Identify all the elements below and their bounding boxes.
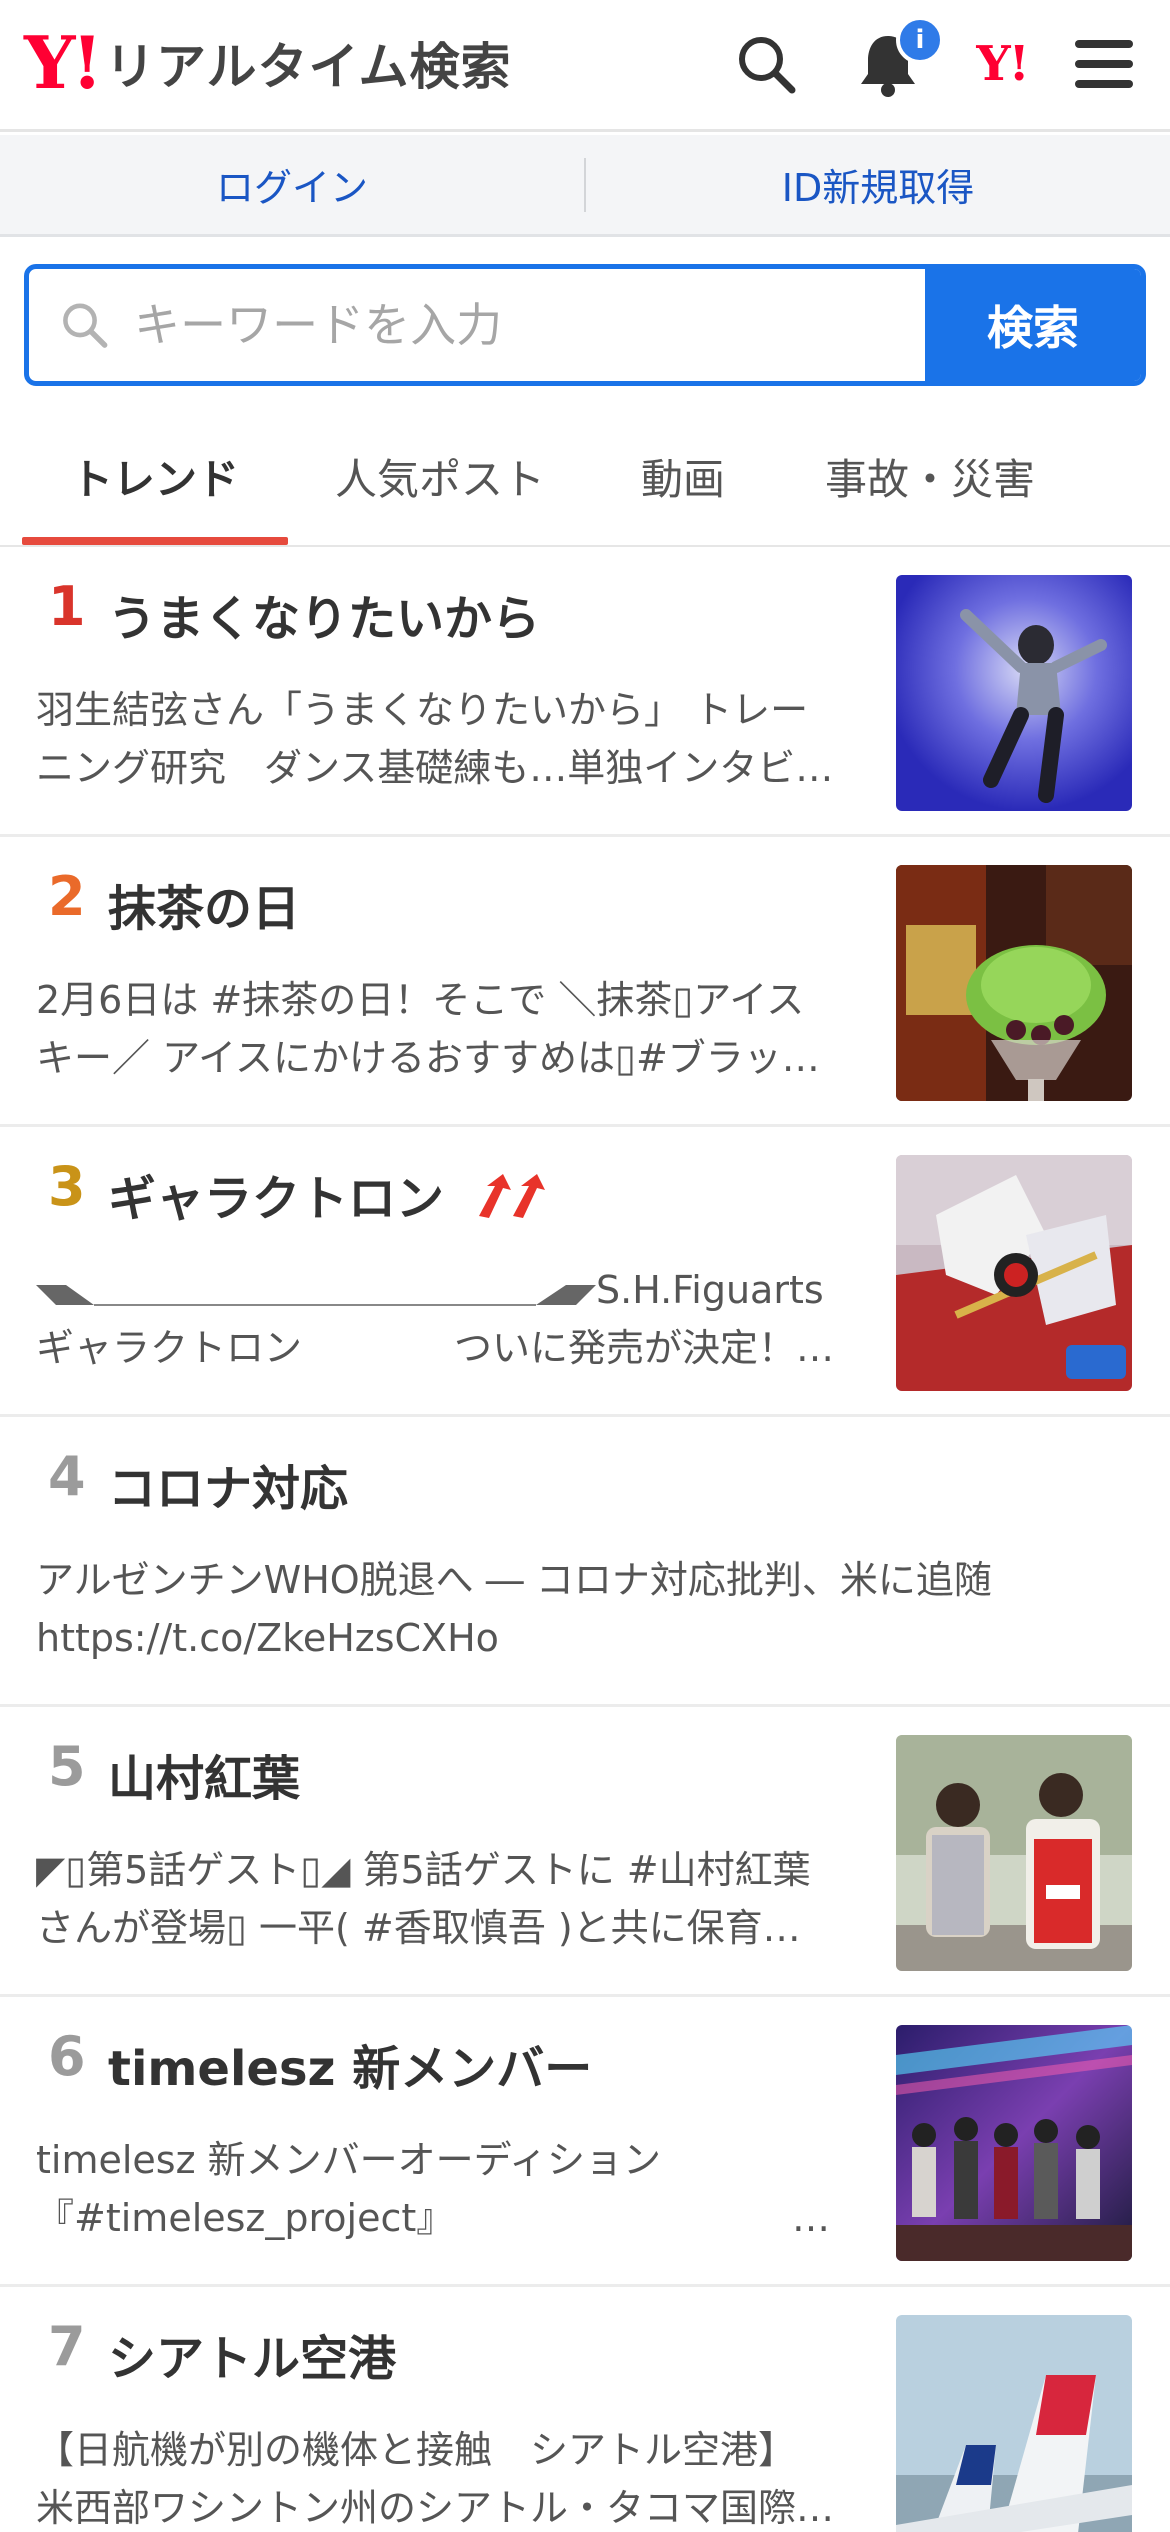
- trend-rank: 3: [48, 1155, 86, 1218]
- search-box: 検索: [24, 264, 1146, 386]
- trend-description: ◤▯第5話ゲスト▯◢ 第5話ゲストに #山村紅葉 さんが登場▯ 一平( #香取慎…: [36, 1841, 846, 1957]
- trend-description: 羽生結弦さん「うまくなりたいから」 トレー ニング研究 ダンス基礎練も…単独イン…: [36, 681, 846, 797]
- yahoo-logo-mark: Y!: [24, 20, 103, 105]
- trend-list: 1 うまくなりたいから 羽生結弦さん「うまくなりたいから」 トレー ニング研究 …: [0, 547, 1170, 2532]
- trend-rank: 6: [48, 2025, 86, 2088]
- trend-rank: 4: [48, 1445, 86, 1508]
- trend-title[interactable]: ギャラクトロン: [108, 1159, 553, 1232]
- trend-desc-line: 2月6日は #抹茶の日！そこで ＼抹茶▯アイス: [36, 978, 805, 1022]
- trend-item[interactable]: 7 シアトル空港 【日航機が別の機体と接触 シアトル空港】 米西部ワシントン州の…: [0, 2287, 1170, 2532]
- search-button[interactable]: 検索: [925, 269, 1141, 381]
- trend-item[interactable]: 5 山村紅葉 ◤▯第5話ゲスト▯◢ 第5話ゲストに #山村紅葉 さんが登場▯ 一…: [0, 1707, 1170, 1997]
- logo-text: リアルタイム検索: [105, 38, 512, 96]
- yahoo-japan-mark: Y!: [976, 36, 1029, 92]
- trend-rank: 5: [48, 1735, 86, 1798]
- trend-thumbnail[interactable]: [896, 2025, 1132, 2261]
- trend-thumbnail[interactable]: [896, 2315, 1132, 2532]
- trend-desc-line: キー／ アイスにかけるおすすめは▯#ブラッ…: [36, 1036, 820, 1080]
- trend-title[interactable]: 抹茶の日: [108, 869, 300, 939]
- yahoo-japan-icon[interactable]: Y!: [962, 24, 1042, 104]
- trend-rank: 2: [48, 865, 86, 928]
- trend-title[interactable]: コロナ対応: [108, 1449, 348, 1519]
- trend-thumbnail[interactable]: [896, 1735, 1132, 1971]
- trend-desc-line: ギャラクトロン ついに発売が決定！…: [36, 1326, 835, 1370]
- tab-accident-disaster[interactable]: 事故・災害: [790, 405, 1070, 547]
- trend-description: 2月6日は #抹茶の日！そこで ＼抹茶▯アイス キー／ アイスにかけるおすすめは…: [36, 971, 846, 1087]
- notification-badge: i: [896, 16, 944, 64]
- trend-title[interactable]: うまくなりたいから: [108, 579, 540, 649]
- trend-title[interactable]: timelesz 新メンバー: [108, 2029, 592, 2099]
- trend-desc-line: 米西部ワシントン州のシアトル・タコマ国際…: [36, 2486, 835, 2530]
- trend-desc-line: 羽生結弦さん「うまくなりたいから」 トレー: [36, 688, 809, 732]
- trend-desc-line: 『#timelesz_project』 …: [36, 2189, 846, 2247]
- trend-desc-text: 『#timelesz_project』: [36, 2196, 455, 2240]
- search-input[interactable]: [134, 298, 925, 352]
- trend-title-text: ギャラクトロン: [108, 1171, 445, 1227]
- trend-desc-line: さんが登場▯ 一平( #香取慎吾 )と共に保育…: [36, 1906, 801, 1950]
- trend-desc-line: ◤▯第5話ゲスト▯◢ 第5話ゲストに #山村紅葉: [36, 1848, 811, 1892]
- app-header: Y! リアルタイム検索 i Y!: [0, 0, 1170, 132]
- trend-description: timelesz 新メンバーオーディション 『#timelesz_project…: [36, 2131, 846, 2247]
- trend-title[interactable]: シアトル空港: [108, 2319, 396, 2389]
- trend-item[interactable]: 6 timelesz 新メンバー timelesz 新メンバーオーディション 『…: [0, 1997, 1170, 2287]
- trend-rank: 1: [48, 575, 86, 638]
- trend-item[interactable]: 2 抹茶の日 2月6日は #抹茶の日！そこで ＼抹茶▯アイス キー／ アイスにか…: [0, 837, 1170, 1127]
- trend-desc-line: ニング研究 ダンス基礎練も…単独インタビ…: [36, 746, 834, 790]
- register-link[interactable]: ID新規取得: [586, 157, 1170, 212]
- trend-item[interactable]: 3 ギャラクトロン S.H.Figuarts ギャラクトロン ついに発売が決定！…: [0, 1127, 1170, 1417]
- trend-description: アルゼンチンWHO脱退へ ― コロナ対応批判、米に追随 https://t.co…: [36, 1551, 1136, 1667]
- trend-thumbnail[interactable]: [896, 865, 1132, 1101]
- trend-thumbnail[interactable]: [896, 575, 1132, 811]
- search-field[interactable]: [29, 269, 925, 381]
- trend-thumbnail[interactable]: [896, 1155, 1132, 1391]
- trend-desc-ellipsis: …: [792, 2196, 830, 2240]
- menu-icon[interactable]: [1064, 24, 1144, 104]
- tab-video[interactable]: 動画: [600, 405, 766, 547]
- trend-item[interactable]: 4 コロナ対応 アルゼンチンWHO脱退へ ― コロナ対応批判、米に追随 http…: [0, 1417, 1170, 1707]
- trend-description: 【日航機が別の機体と接触 シアトル空港】 米西部ワシントン州のシアトル・タコマ国…: [36, 2421, 846, 2532]
- login-link[interactable]: ログイン: [0, 157, 584, 212]
- trend-desc-line: S.H.Figuarts: [36, 1261, 846, 1319]
- search-field-icon: [63, 303, 108, 348]
- active-tab-indicator: [22, 537, 288, 545]
- trend-desc-line: timelesz 新メンバーオーディション: [36, 2138, 661, 2182]
- search-icon[interactable]: [726, 24, 806, 104]
- decorative-divider: [36, 1285, 596, 1306]
- tab-trend[interactable]: トレンド: [22, 405, 288, 547]
- login-bar: ログイン ID新規取得: [0, 135, 1170, 237]
- trend-desc-line: https://t.co/ZkeHzsCXHo: [36, 1616, 499, 1660]
- trend-desc-line: アルゼンチンWHO脱退へ ― コロナ対応批判、米に追随: [36, 1558, 992, 1602]
- tab-popular-posts[interactable]: 人気ポスト: [310, 405, 570, 547]
- trend-desc-line: 【日航機が別の機体と接触 シアトル空港】: [36, 2428, 797, 2472]
- trend-desc-text: S.H.Figuarts: [596, 1268, 824, 1312]
- logo[interactable]: Y! リアルタイム検索: [24, 20, 512, 105]
- trend-rank: 7: [48, 2315, 86, 2378]
- trend-up-arrows-icon: [473, 1172, 553, 1232]
- trend-description: S.H.Figuarts ギャラクトロン ついに発売が決定！…: [36, 1261, 846, 1377]
- trend-title[interactable]: 山村紅葉: [108, 1739, 300, 1809]
- trend-item[interactable]: 1 うまくなりたいから 羽生結弦さん「うまくなりたいから」 トレー ニング研究 …: [0, 547, 1170, 837]
- tab-bar: トレンド 人気ポスト 動画 事故・災害: [0, 405, 1170, 547]
